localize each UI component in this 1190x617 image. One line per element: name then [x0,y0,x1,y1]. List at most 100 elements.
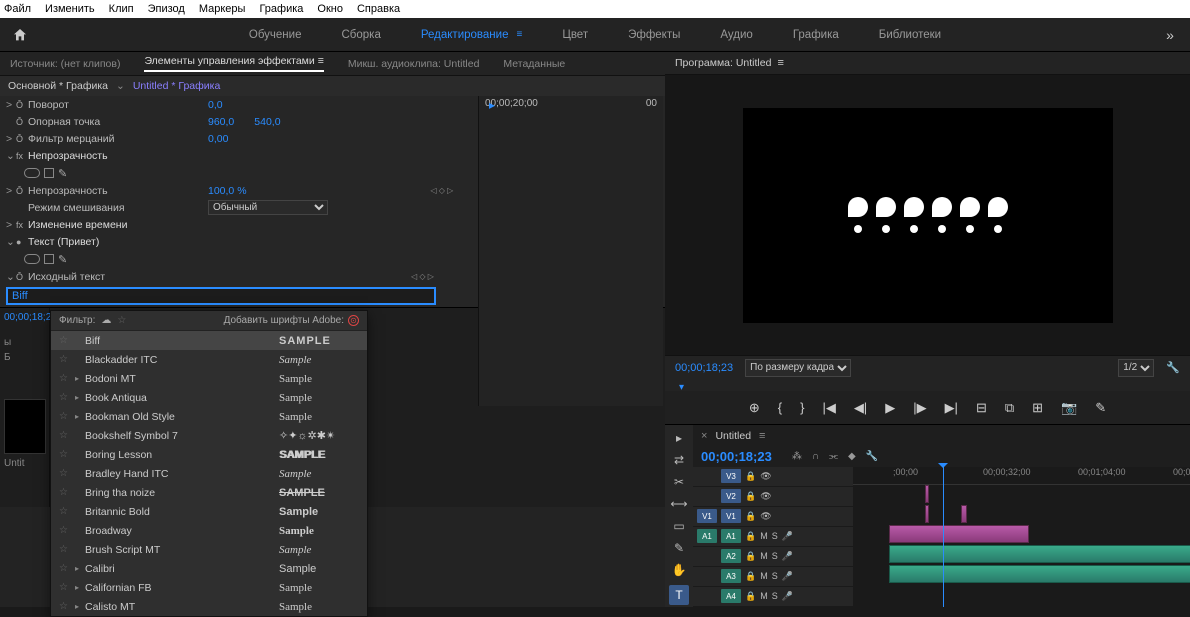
pen-mask-icon[interactable]: ✎ [58,167,67,180]
font-item[interactable]: ☆ Biff SAMPLE [51,331,367,350]
audio-clip[interactable] [889,565,1190,583]
expand-icon[interactable]: ▸ [75,412,85,421]
audio-track-header[interactable]: A1A1 🔒 M S 🎤 [693,527,853,547]
tool-5[interactable]: ✎ [674,541,684,555]
font-item[interactable]: ☆ ▸ Book Antiqua Sample [51,388,367,407]
menu-Маркеры[interactable]: Маркеры [199,3,246,15]
timeline-ruler[interactable]: ;00;0000;00;32;0000;01;04;0000;01;36;000… [853,467,1190,485]
magnet-icon[interactable]: ∩ [812,451,819,462]
favorite-star-icon[interactable]: ☆ [59,392,75,403]
favorite-star-icon[interactable]: ☆ [59,468,75,479]
twirl-icon[interactable]: > [6,219,16,231]
snap-icon[interactable]: ⁂ [792,451,802,462]
font-item[interactable]: ☆ Bookshelf Symbol 7 ✧✦☼✲✱✴ [51,426,367,445]
stopwatch-icon[interactable]: Ō [16,117,28,127]
eye-icon[interactable]: 👁 [760,491,771,502]
video-track-header[interactable]: V2 🔒 👁 [693,487,853,507]
solo-icon[interactable]: S [772,551,778,561]
adobe-fonts-icon[interactable]: ⊙ [348,315,359,326]
source-patch[interactable]: A1 [697,529,717,543]
keyframe-nav[interactable]: ◁ ◇ ▷ [430,186,453,195]
favorite-star-icon[interactable]: ☆ [59,506,75,517]
stopwatch-icon[interactable]: fx [16,220,28,230]
settings-icon[interactable]: 🔧 [866,451,878,462]
font-item[interactable]: ☆ Blackadder ITC Sample [51,350,367,369]
video-track-header[interactable]: V3 🔒 👁 [693,467,853,487]
lock-icon[interactable]: 🔒 [745,471,756,482]
transport-button-10[interactable]: ⊞ [1032,400,1043,416]
menu-Файл[interactable]: Файл [4,3,31,15]
favorite-star-icon[interactable]: ☆ [59,335,75,346]
track-target[interactable]: V2 [721,489,741,503]
menu-Окно[interactable]: Окно [317,3,343,15]
tool-3[interactable]: ⟷ [670,497,687,511]
stopwatch-icon[interactable]: fx [16,151,28,161]
lock-icon[interactable]: 🔒 [745,551,756,562]
video-clip[interactable] [961,505,967,523]
resolution-select[interactable]: 1/2 [1118,359,1154,377]
favorite-star-icon[interactable]: ☆ [59,601,75,612]
lock-icon[interactable]: 🔒 [745,491,756,502]
property-value[interactable]: 0,0 [208,99,223,111]
panel-tab[interactable]: Метаданные [503,58,565,70]
stopwatch-icon[interactable]: Ō [16,134,28,144]
link-icon[interactable]: ⫘ [829,451,838,462]
audio-track-header[interactable]: A4 🔒 M S 🎤 [693,587,853,607]
twirl-icon[interactable]: ⌄ [6,150,16,162]
crumb-sequence[interactable]: Untitled * Графика [133,80,220,92]
tool-6[interactable]: ✋ [672,563,687,577]
audio-clip[interactable] [889,545,1190,563]
mute-icon[interactable]: M [760,591,768,601]
track-target[interactable]: V3 [721,469,741,483]
tool-1[interactable]: ⇄ [674,453,684,467]
twirl-icon[interactable]: > [6,185,16,197]
eye-icon[interactable]: 👁 [760,471,771,482]
workspace-overflow[interactable]: » [1150,27,1190,43]
font-item[interactable]: ☆ ▸ Calibri Sample [51,559,367,578]
scrubber-playhead-icon[interactable]: ▾ [679,382,684,393]
twirl-icon[interactable]: ⌄ [6,236,16,248]
favorite-star-icon[interactable]: ☆ [59,525,75,536]
transport-button-5[interactable]: ▶ [885,400,895,416]
transport-button-3[interactable]: |◀ [822,400,835,416]
source-patch[interactable]: V1 [697,509,717,523]
expand-icon[interactable]: ▸ [75,393,85,402]
twirl-icon[interactable]: > [6,133,16,145]
transport-button-1[interactable]: { [778,400,782,415]
menu-Графика[interactable]: Графика [259,3,303,15]
add-fonts-label[interactable]: Добавить шрифты Adobe: [224,315,344,326]
track-target[interactable]: A1 [721,529,741,543]
ellipse-mask-icon[interactable] [24,254,40,264]
panel-tab[interactable]: Источник: (нет клипов) [10,58,120,70]
transport-button-6[interactable]: |▶ [913,400,926,416]
lock-icon[interactable]: 🔒 [745,531,756,542]
mic-icon[interactable]: 🎤 [782,531,793,542]
favorite-star-icon[interactable]: ☆ [59,544,75,555]
playhead-icon[interactable]: ▸ [489,98,495,112]
timeline-timecode[interactable]: 00;00;18;23 [701,449,772,464]
lock-icon[interactable]: 🔒 [745,511,756,522]
workspace-tab[interactable]: Обучение [249,29,302,41]
project-thumb[interactable] [4,399,46,454]
favorite-star-icon[interactable]: ☆ [59,411,75,422]
workspace-tab[interactable]: Библиотеки [879,29,941,41]
favorite-star-icon[interactable]: ☆ [59,430,75,441]
mic-icon[interactable]: 🎤 [782,551,793,562]
expand-icon[interactable]: ▸ [75,374,85,383]
panel-tab[interactable]: Элементы управления эффектами ≡ [144,55,323,72]
mute-icon[interactable]: M [760,571,768,581]
mute-icon[interactable]: M [760,531,768,541]
mic-icon[interactable]: 🎤 [782,571,793,582]
transport-button-12[interactable]: ✎ [1095,400,1106,416]
panel-menu-icon[interactable]: ≡ [315,55,324,67]
favorite-star-icon[interactable]: ☆ [59,354,75,365]
tool-4[interactable]: ▭ [673,519,684,533]
workspace-tab[interactable]: Редактирование≡ [421,29,522,41]
stopwatch-icon[interactable]: ● [16,237,28,247]
pen-mask-icon[interactable]: ✎ [58,253,67,266]
track-target[interactable]: A2 [721,549,741,563]
transport-button-2[interactable]: } [800,400,804,415]
favorite-star-icon[interactable]: ☆ [59,487,75,498]
tool-0[interactable]: ▸ [676,431,682,445]
ellipse-mask-icon[interactable] [24,168,40,178]
